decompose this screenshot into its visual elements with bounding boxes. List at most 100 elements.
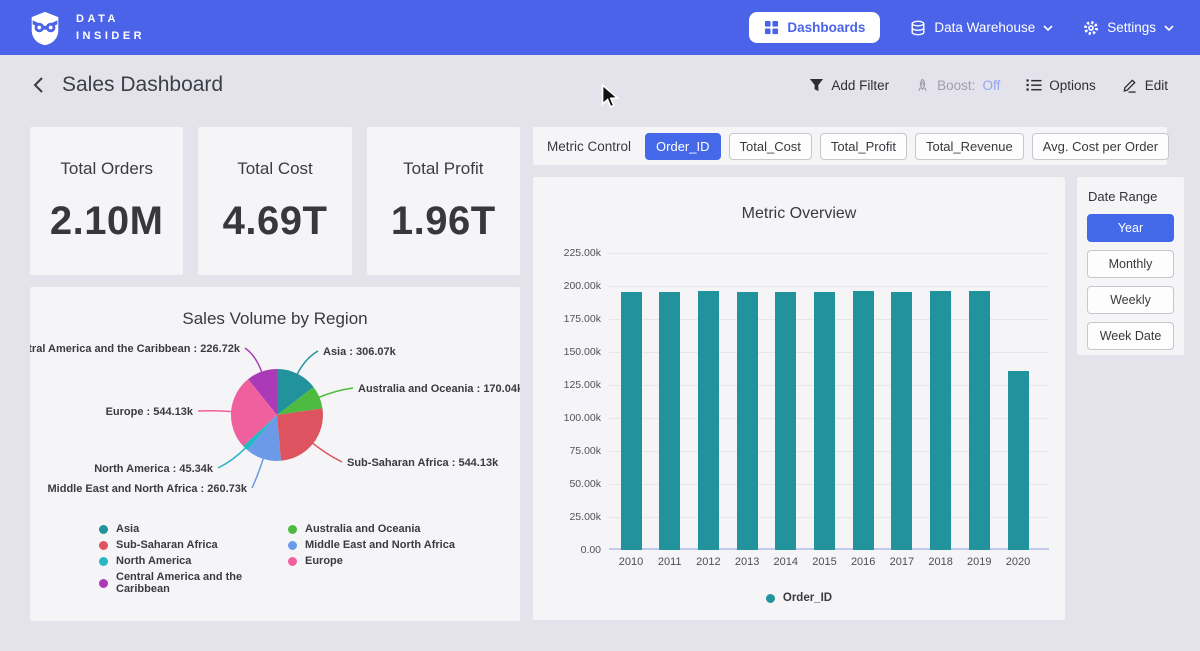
- legend-label: Asia: [116, 523, 139, 535]
- chevron-down-icon: [1164, 25, 1174, 31]
- bar-2018[interactable]: [930, 291, 951, 550]
- x-axis-tick: 2016: [843, 556, 883, 568]
- bar-2020[interactable]: [1008, 371, 1029, 550]
- y-axis-tick: 225.00k: [549, 247, 601, 259]
- metric-button-avg-cost-per-order[interactable]: Avg. Cost per Order: [1032, 133, 1169, 160]
- pencil-edit-icon: [1122, 77, 1138, 93]
- bar-2010[interactable]: [621, 292, 642, 551]
- boost-toggle[interactable]: Boost: Off: [915, 78, 1000, 93]
- pie-chart-title: Sales Volume by Region: [30, 287, 520, 329]
- kpi-card-total-orders: Total Orders2.10M: [30, 127, 183, 275]
- filter-funnel-icon: [809, 78, 824, 93]
- pie-label-europe: Europe : 544.13k: [106, 406, 194, 418]
- nav-settings-label: Settings: [1107, 20, 1156, 35]
- legend-item-north-america[interactable]: North America: [99, 555, 288, 567]
- owl-logo-icon: [26, 9, 64, 47]
- metric-button-order-id[interactable]: Order_ID: [645, 133, 720, 160]
- x-axis-tick: 2010: [611, 556, 651, 568]
- metric-buttons: Order_ID Total_Cost Total_Profit Total_Reve…: [645, 133, 1169, 160]
- legend-dot: [288, 541, 297, 550]
- kpi-value: 4.69T: [223, 199, 328, 244]
- y-axis-tick: 0.00: [549, 544, 601, 556]
- pie-label-middle-east-and-north-africa: Middle East and North Africa : 260.73k: [48, 483, 248, 495]
- legend-item-middle-east-and-north-africa[interactable]: Middle East and North Africa: [288, 539, 455, 551]
- pie-slice-sub-saharan-africa[interactable]: [277, 408, 323, 460]
- bar-2015[interactable]: [814, 292, 835, 550]
- kpi-card-total-profit: Total Profit1.96T: [367, 127, 520, 275]
- edit-button[interactable]: Edit: [1122, 77, 1168, 93]
- legend-item-australia-and-oceania[interactable]: Australia and Oceania: [288, 523, 455, 535]
- pie-leader-line: [198, 411, 233, 412]
- bar-chart-plot: 225.00k200.00k175.00k150.00k125.00k100.0…: [609, 253, 1049, 550]
- date-range-button-monthly[interactable]: Monthly: [1087, 250, 1174, 278]
- database-icon: [910, 20, 926, 36]
- x-axis-tick: 2020: [998, 556, 1038, 568]
- y-axis-tick: 50.00k: [549, 478, 601, 490]
- legend-item-asia[interactable]: Asia: [99, 523, 288, 535]
- x-axis-tick: 2011: [650, 556, 690, 568]
- x-axis-tick: 2018: [921, 556, 961, 568]
- legend-dot: [288, 525, 297, 534]
- nav-settings[interactable]: Settings: [1083, 20, 1174, 36]
- pie-legend-column: Asia Sub-Saharan Africa North America Centr…: [99, 523, 288, 599]
- dashboard-grid-icon: [764, 20, 779, 35]
- date-range-button-week-date[interactable]: Week Date: [1087, 322, 1174, 350]
- metric-button-total-profit[interactable]: Total_Profit: [820, 133, 907, 160]
- kpi-row: Total Orders2.10MTotal Cost4.69TTotal Pr…: [30, 127, 520, 275]
- pie-label-australia-and-oceania: Australia and Oceania : 170.04k: [358, 383, 520, 395]
- legend-dot: [99, 579, 108, 588]
- legend-label: Sub-Saharan Africa: [116, 539, 218, 551]
- pie-leader-line: [297, 351, 319, 376]
- back-button[interactable]: [30, 74, 46, 96]
- pie-chart-card: Sales Volume by Region Asia : 306.07kAus…: [30, 287, 520, 621]
- chevron-left-icon: [32, 76, 44, 94]
- metric-button-total-revenue[interactable]: Total_Revenue: [915, 133, 1024, 160]
- y-axis-tick: 100.00k: [549, 412, 601, 424]
- date-range-label: Date Range: [1088, 189, 1174, 204]
- top-navbar: DATA INSIDER Dashboards Data Warehouse: [0, 0, 1200, 55]
- bar-2014[interactable]: [775, 292, 796, 550]
- page-header: Sales Dashboard Add Filter Boost: Off Op…: [0, 55, 1200, 115]
- legend-item-sub-saharan-africa[interactable]: Sub-Saharan Africa: [99, 539, 288, 551]
- legend-dot: [288, 557, 297, 566]
- bar-2017[interactable]: [891, 292, 912, 551]
- bar-2012[interactable]: [698, 291, 719, 551]
- brand-name: DATA INSIDER: [76, 11, 145, 44]
- y-axis-tick: 125.00k: [549, 379, 601, 391]
- nav-dashboards-button[interactable]: Dashboards: [749, 12, 880, 43]
- chevron-down-icon: [1043, 25, 1053, 31]
- x-axis-tick: 2015: [805, 556, 845, 568]
- bar-chart-title: Metric Overview: [549, 205, 1049, 223]
- nav-dashboards-label: Dashboards: [787, 20, 865, 35]
- options-button[interactable]: Options: [1026, 78, 1096, 93]
- date-range-button-weekly[interactable]: Weekly: [1087, 286, 1174, 314]
- nav-data-warehouse[interactable]: Data Warehouse: [910, 20, 1053, 36]
- metric-button-total-cost[interactable]: Total_Cost: [729, 133, 812, 160]
- bar-2019[interactable]: [969, 291, 990, 550]
- kpi-value: 1.96T: [391, 199, 496, 244]
- legend-item-europe[interactable]: Europe: [288, 555, 455, 567]
- y-axis-tick: 150.00k: [549, 346, 601, 358]
- legend-item-central-america-and-the-caribbean[interactable]: Central America and the Caribbean: [99, 571, 288, 595]
- add-filter-button[interactable]: Add Filter: [809, 78, 889, 93]
- y-axis-tick: 25.00k: [549, 511, 601, 523]
- bar-2011[interactable]: [659, 292, 680, 550]
- pie-leader-line: [252, 457, 264, 488]
- bar-2016[interactable]: [853, 291, 874, 550]
- brand-logo[interactable]: DATA INSIDER: [26, 9, 145, 47]
- boost-status: Off: [982, 78, 1000, 93]
- legend-label: Europe: [305, 555, 343, 567]
- kpi-value: 2.10M: [50, 199, 164, 244]
- pie-leader-line: [312, 442, 343, 462]
- pie-label-sub-saharan-africa: Sub-Saharan Africa : 544.13k: [347, 457, 499, 469]
- legend-label: North America: [116, 555, 191, 567]
- date-range-button-year[interactable]: Year: [1087, 214, 1174, 242]
- legend-dot: [99, 541, 108, 550]
- pie-legend-column: Australia and Oceania Middle East and Nor…: [288, 523, 455, 599]
- legend-label: Order_ID: [783, 592, 832, 604]
- legend-label: Central America and the Caribbean: [116, 571, 288, 595]
- metric-control-label: Metric Control: [547, 139, 631, 154]
- legend-dot: [99, 525, 108, 534]
- bar-chart-legend[interactable]: Order_ID: [533, 592, 1065, 604]
- bar-2013[interactable]: [737, 292, 758, 551]
